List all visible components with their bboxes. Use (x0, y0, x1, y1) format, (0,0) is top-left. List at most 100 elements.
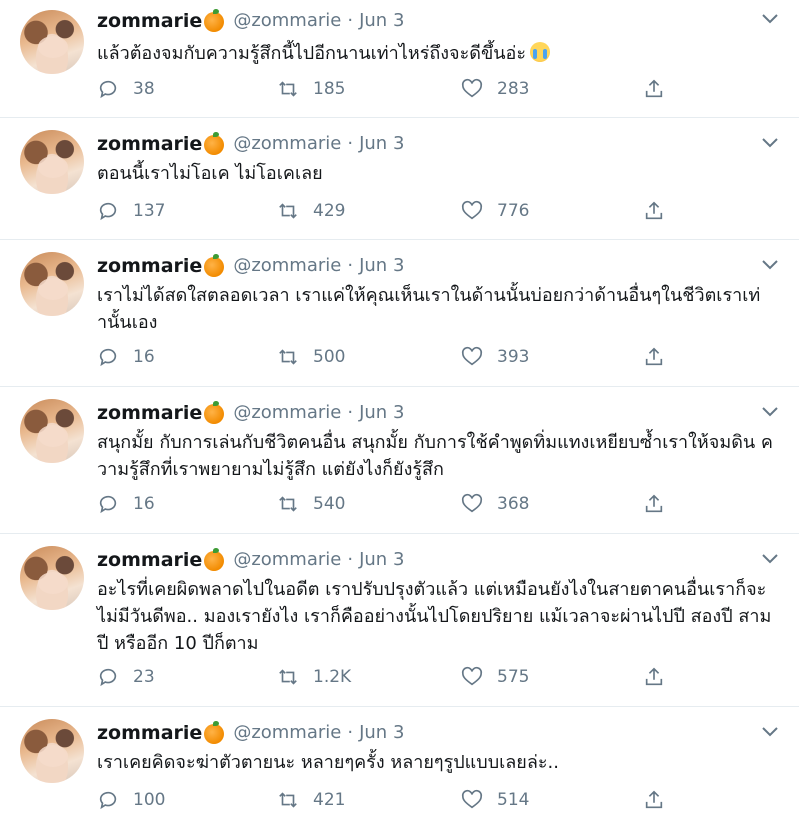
retweet-icon (279, 203, 297, 219)
retweet-count: 540 (313, 494, 346, 514)
like-icon (461, 666, 483, 686)
like-button[interactable]: 575 (461, 666, 529, 688)
tweet-actions: 16 500 393 (97, 346, 697, 372)
avatar[interactable] (20, 130, 84, 194)
retweet-count: 1.2K (313, 667, 352, 687)
display-name[interactable]: zommarie (97, 401, 202, 425)
chevron-down-icon[interactable] (761, 552, 779, 566)
chevron-down-icon[interactable] (761, 12, 779, 26)
retweet-button[interactable]: 500 (277, 346, 345, 368)
like-icon (461, 789, 483, 809)
tweet-text: ตอนนี้เราไม่โอเค ไม่โอเคเลย (97, 163, 323, 184)
reply-button[interactable]: 38 (97, 78, 155, 100)
share-button[interactable] (643, 789, 665, 811)
tweet[interactable]: zommarie @zommarie · Jun 3 แล้วต้องจมกับ… (0, 0, 799, 118)
reply-icon (99, 80, 117, 99)
like-count: 368 (497, 494, 530, 514)
display-name[interactable]: zommarie (97, 721, 202, 745)
avatar[interactable] (20, 719, 84, 783)
tweet[interactable]: zommarie @zommarie · Jun 3 เราไม่ได้สดใส… (0, 240, 799, 387)
separator-dot: · (347, 133, 354, 154)
reply-button[interactable]: 16 (97, 346, 155, 368)
retweet-count: 421 (313, 790, 346, 810)
tweet-date[interactable]: Jun 3 (359, 401, 404, 425)
like-count: 776 (497, 201, 530, 221)
share-icon (645, 790, 663, 809)
tweet-header: zommarie @zommarie · Jun 3 (97, 254, 404, 278)
reply-button[interactable]: 16 (97, 493, 155, 515)
display-name[interactable]: zommarie (97, 9, 202, 33)
chevron-down-icon[interactable] (761, 136, 779, 150)
share-button[interactable] (643, 78, 665, 100)
avatar[interactable] (20, 546, 84, 610)
share-button[interactable] (643, 200, 665, 222)
retweet-button[interactable]: 429 (277, 200, 345, 222)
avatar[interactable] (20, 399, 84, 463)
retweet-button[interactable]: 421 (277, 789, 345, 811)
display-name[interactable]: zommarie (97, 548, 202, 572)
chevron-down-icon[interactable] (761, 725, 779, 739)
share-button[interactable] (643, 666, 665, 688)
tweet-text: อะไรที่เคยผิดพลาดไปในอดีต เราปรับปรุงตัว… (97, 579, 772, 654)
like-button[interactable]: 393 (461, 346, 529, 368)
user-handle[interactable]: @zommarie (233, 132, 341, 156)
like-button[interactable]: 283 (461, 78, 529, 100)
tweet-actions: 100 421 514 (97, 789, 697, 815)
avatar[interactable] (20, 10, 84, 74)
tweet[interactable]: zommarie @zommarie · Jun 3 อะไรที่เคยผิด… (0, 534, 799, 707)
user-handle[interactable]: @zommarie (233, 548, 341, 572)
tweet[interactable]: zommarie @zommarie · Jun 3 ตอนนี้เราไม่โ… (0, 118, 799, 240)
user-handle[interactable]: @zommarie (233, 254, 341, 278)
tweet-actions: 38 185 283 (97, 78, 697, 104)
reply-icon (99, 495, 117, 514)
share-icon (645, 201, 663, 220)
share-icon (645, 347, 663, 366)
like-button[interactable]: 776 (461, 200, 529, 222)
user-handle[interactable]: @zommarie (233, 401, 341, 425)
tweet-actions: 137 429 776 (97, 200, 697, 226)
display-name[interactable]: zommarie (97, 254, 202, 278)
retweet-icon (279, 669, 297, 685)
tweet-text: เราไม่ได้สดใสตลอดเวลา เราแค่ให้คุณเห็นเร… (97, 285, 761, 333)
like-count: 514 (497, 790, 530, 810)
retweet-count: 185 (313, 79, 346, 99)
reply-button[interactable]: 100 (97, 789, 165, 811)
reply-count: 23 (133, 667, 155, 687)
orange-emoji-icon (204, 9, 225, 32)
like-button[interactable]: 514 (461, 789, 529, 811)
like-button[interactable]: 368 (461, 493, 529, 515)
tweet-text: แล้วต้องจมกับความรู้สึกนี้ไปอีกนานเท่าไห… (97, 39, 775, 67)
share-button[interactable] (643, 346, 665, 368)
retweet-icon (279, 792, 297, 808)
tweet-date[interactable]: Jun 3 (359, 254, 404, 278)
tweet-header: zommarie @zommarie · Jun 3 (97, 9, 404, 33)
reply-count: 38 (133, 79, 155, 99)
retweet-icon (279, 349, 297, 365)
share-icon (645, 79, 663, 98)
tweet-date[interactable]: Jun 3 (359, 132, 404, 156)
like-count: 575 (497, 667, 530, 687)
tweet-date[interactable]: Jun 3 (359, 548, 404, 572)
retweet-button[interactable]: 1.2K (277, 666, 351, 688)
display-name[interactable]: zommarie (97, 132, 202, 156)
user-handle[interactable]: @zommarie (233, 721, 341, 745)
tweet-date[interactable]: Jun 3 (359, 9, 404, 33)
share-icon (645, 667, 663, 686)
avatar[interactable] (20, 252, 84, 316)
separator-dot: · (347, 255, 354, 276)
share-button[interactable] (643, 493, 665, 515)
tweet-date[interactable]: Jun 3 (359, 721, 404, 745)
orange-emoji-icon (204, 132, 225, 155)
chevron-down-icon[interactable] (761, 405, 779, 419)
tweet[interactable]: zommarie @zommarie · Jun 3 สนุกมั้ย กับก… (0, 387, 799, 534)
retweet-button[interactable]: 540 (277, 493, 345, 515)
retweet-button[interactable]: 185 (277, 78, 345, 100)
like-icon (461, 346, 483, 366)
chevron-down-icon[interactable] (761, 258, 779, 272)
user-handle[interactable]: @zommarie (233, 9, 341, 33)
like-icon (461, 78, 483, 98)
reply-button[interactable]: 23 (97, 666, 155, 688)
tweet[interactable]: zommarie @zommarie · Jun 3 เราเคยคิดจะฆ่… (0, 707, 799, 820)
like-count: 393 (497, 347, 530, 367)
reply-button[interactable]: 137 (97, 200, 165, 222)
